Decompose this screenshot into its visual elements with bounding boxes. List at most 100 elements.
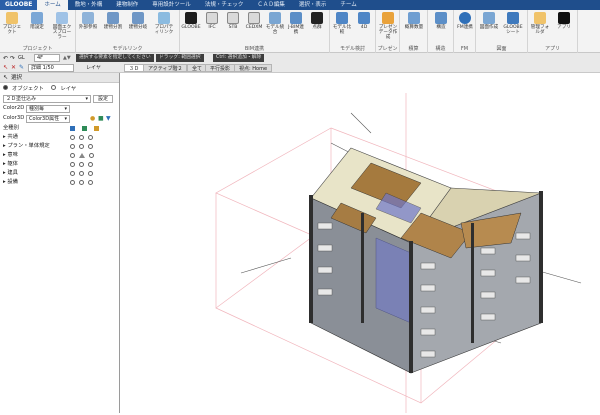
state-select[interactable] xyxy=(88,144,93,149)
select-arrow-icon: ↖ xyxy=(3,74,9,81)
state-lock[interactable] xyxy=(79,135,84,140)
tree-item[interactable]: ▸ 設備 xyxy=(3,179,18,186)
floor-settings-button[interactable]: 階設定 xyxy=(27,12,47,30)
lock-icon[interactable] xyxy=(81,126,87,131)
state-view[interactable] xyxy=(70,180,75,185)
tab-regulation[interactable]: 法規・チェック xyxy=(198,0,251,10)
ifc-button[interactable]: IFC xyxy=(202,12,222,30)
fm-icon xyxy=(459,12,471,24)
tree-item[interactable]: ▸ 共通 xyxy=(3,134,18,141)
color3d-select[interactable]: Color3D属性 xyxy=(26,115,70,123)
4d-button[interactable]: 4D xyxy=(354,12,374,30)
tab-parallel[interactable]: 平行投影 xyxy=(205,64,236,72)
group-estimate: 概算数量 積算 xyxy=(400,10,428,53)
group-label: モデル検討 xyxy=(339,46,365,52)
cross-tool-icon[interactable]: ✕ xyxy=(11,64,16,71)
group-label: アプリ xyxy=(544,46,560,52)
fm-button[interactable]: FM連携 xyxy=(455,12,475,30)
tab-home[interactable]: ホーム xyxy=(37,0,68,10)
external-ref-button[interactable]: 外部参照 xyxy=(78,12,98,30)
state-select[interactable] xyxy=(89,153,94,158)
tab-all[interactable]: 全て xyxy=(187,64,208,72)
state-select[interactable] xyxy=(88,162,93,167)
group-app: 管理フォルダ アプリ アプリ xyxy=(528,10,578,53)
panel-title: 選択 xyxy=(11,75,23,81)
tree-item-states xyxy=(70,162,97,169)
radio-object[interactable] xyxy=(3,85,8,90)
presentation-button[interactable]: プレゼンデータ作成 xyxy=(378,12,398,40)
model-compare-button[interactable]: モデル比較 xyxy=(332,12,352,35)
tab-tools[interactable]: 専用設計ツール xyxy=(145,0,198,10)
model-integrate-button[interactable]: モデル統合 xyxy=(265,12,285,35)
tab-building[interactable]: 建物制作 xyxy=(109,0,145,10)
gloobe-sheet-button[interactable]: GLOOBEシート xyxy=(503,12,523,35)
tab-cad-edit[interactable]: ＣＡＤ編集 xyxy=(250,0,292,10)
tab-active-floor[interactable]: アクティブ階２ xyxy=(143,64,188,72)
app-button[interactable]: アプリ xyxy=(554,12,574,30)
tab-viewpoint[interactable]: 視点: Home xyxy=(234,64,273,72)
selection-panel: ↖選択 オブジェクト レイヤ ２Ｄ塗仕込み 設定 Color2D 種別毎 Col… xyxy=(0,73,120,413)
jbim-button[interactable]: J-BIM連携 xyxy=(286,12,306,35)
layer-label[interactable]: レイヤ xyxy=(86,64,101,71)
point-cloud-button[interactable]: 点群 xyxy=(307,12,327,30)
tree-item[interactable]: ▸ 躯体 xyxy=(3,161,18,168)
select-icon[interactable] xyxy=(93,126,99,131)
drawing-explorer-button[interactable]: 図面エクスプローラー xyxy=(52,12,72,40)
hint-select: 選択する要素を指定してください xyxy=(76,54,154,62)
stb-button[interactable]: STB xyxy=(223,12,243,30)
drawing-create-button[interactable]: 図面作成 xyxy=(479,12,499,30)
state-view[interactable] xyxy=(70,162,75,167)
mode-select[interactable]: ２Ｄ塗仕込み xyxy=(3,95,91,103)
radio-layer[interactable] xyxy=(51,85,57,90)
tree-item[interactable]: ▸ プラン・単体規定 xyxy=(3,143,50,150)
floor-select[interactable]: 4F xyxy=(34,54,60,62)
property-link-button[interactable]: プロパティリンク xyxy=(154,12,174,35)
state-lock[interactable] xyxy=(79,153,85,158)
tab-select-view[interactable]: 選択・表示 xyxy=(292,0,334,10)
state-view[interactable] xyxy=(70,135,75,140)
structure-button[interactable]: 構造 xyxy=(431,12,451,30)
state-view[interactable] xyxy=(70,144,75,149)
building-branch-button[interactable]: 建物分岐 xyxy=(128,12,148,30)
state-lock[interactable] xyxy=(79,180,84,185)
state-view[interactable] xyxy=(70,171,75,176)
cedxm-button[interactable]: CEDXM xyxy=(244,12,264,30)
project-button[interactable]: プロジェクト xyxy=(2,12,22,35)
presentation-icon xyxy=(382,12,394,24)
view-icon[interactable] xyxy=(70,126,75,131)
state-select[interactable] xyxy=(88,180,93,185)
state-lock[interactable] xyxy=(79,144,84,149)
state-lock[interactable] xyxy=(79,171,84,176)
3d-viewport[interactable] xyxy=(121,73,600,413)
undo-icon[interactable]: ↶ xyxy=(3,55,8,62)
pen-tool-icon[interactable]: ✎ xyxy=(19,64,24,71)
state-select[interactable] xyxy=(88,135,93,140)
tree-item[interactable]: ▸ 建具 xyxy=(3,170,18,177)
tree-item[interactable]: ▸ 意味 xyxy=(3,152,18,159)
tab-3d[interactable]: ３Ｄ xyxy=(124,64,145,72)
manage-folder-button[interactable]: 管理フォルダ xyxy=(530,12,550,35)
filter-icon[interactable]: ▼ xyxy=(106,115,111,122)
color-icon[interactable]: ■ xyxy=(98,115,104,122)
ifc-icon xyxy=(206,12,218,24)
radio-row: オブジェクト レイヤ xyxy=(3,85,76,93)
redo-icon[interactable]: ↷ xyxy=(10,55,15,62)
settings-button[interactable]: 設定 xyxy=(93,95,113,103)
state-view[interactable] xyxy=(70,153,75,158)
gloobe-button[interactable]: GLOOBE xyxy=(181,12,201,30)
state-lock[interactable] xyxy=(79,162,84,167)
floor-nav-icon[interactable]: ▲▼ xyxy=(63,55,71,61)
group-label: プレゼン xyxy=(377,46,398,52)
tab-site[interactable]: 敷地・外構 xyxy=(68,0,110,10)
app-menu-button[interactable]: GLOOBE xyxy=(0,0,38,10)
estimate-button[interactable]: 概算数量 xyxy=(404,12,424,30)
state-select[interactable] xyxy=(88,171,93,176)
ribbon: プロジェクト 階設定 図面エクスプローラー プロジェクト 外部参照 建物分割 建… xyxy=(0,10,600,53)
bulb-icon[interactable]: ● xyxy=(90,115,95,122)
toolstrip-row-2: ↖ ✕ ✎ 詳細 1/50 レイヤ ３Ｄ アクティブ階２ 全て 平行投影 視点:… xyxy=(0,63,600,73)
tab-team[interactable]: チーム xyxy=(333,0,363,10)
select-tool-icon[interactable]: ↖ xyxy=(3,64,8,71)
color2d-select[interactable]: 種別毎 xyxy=(26,105,70,113)
building-split-button[interactable]: 建物分割 xyxy=(103,12,123,30)
scale-select[interactable]: 詳細 1/50 xyxy=(28,64,74,72)
